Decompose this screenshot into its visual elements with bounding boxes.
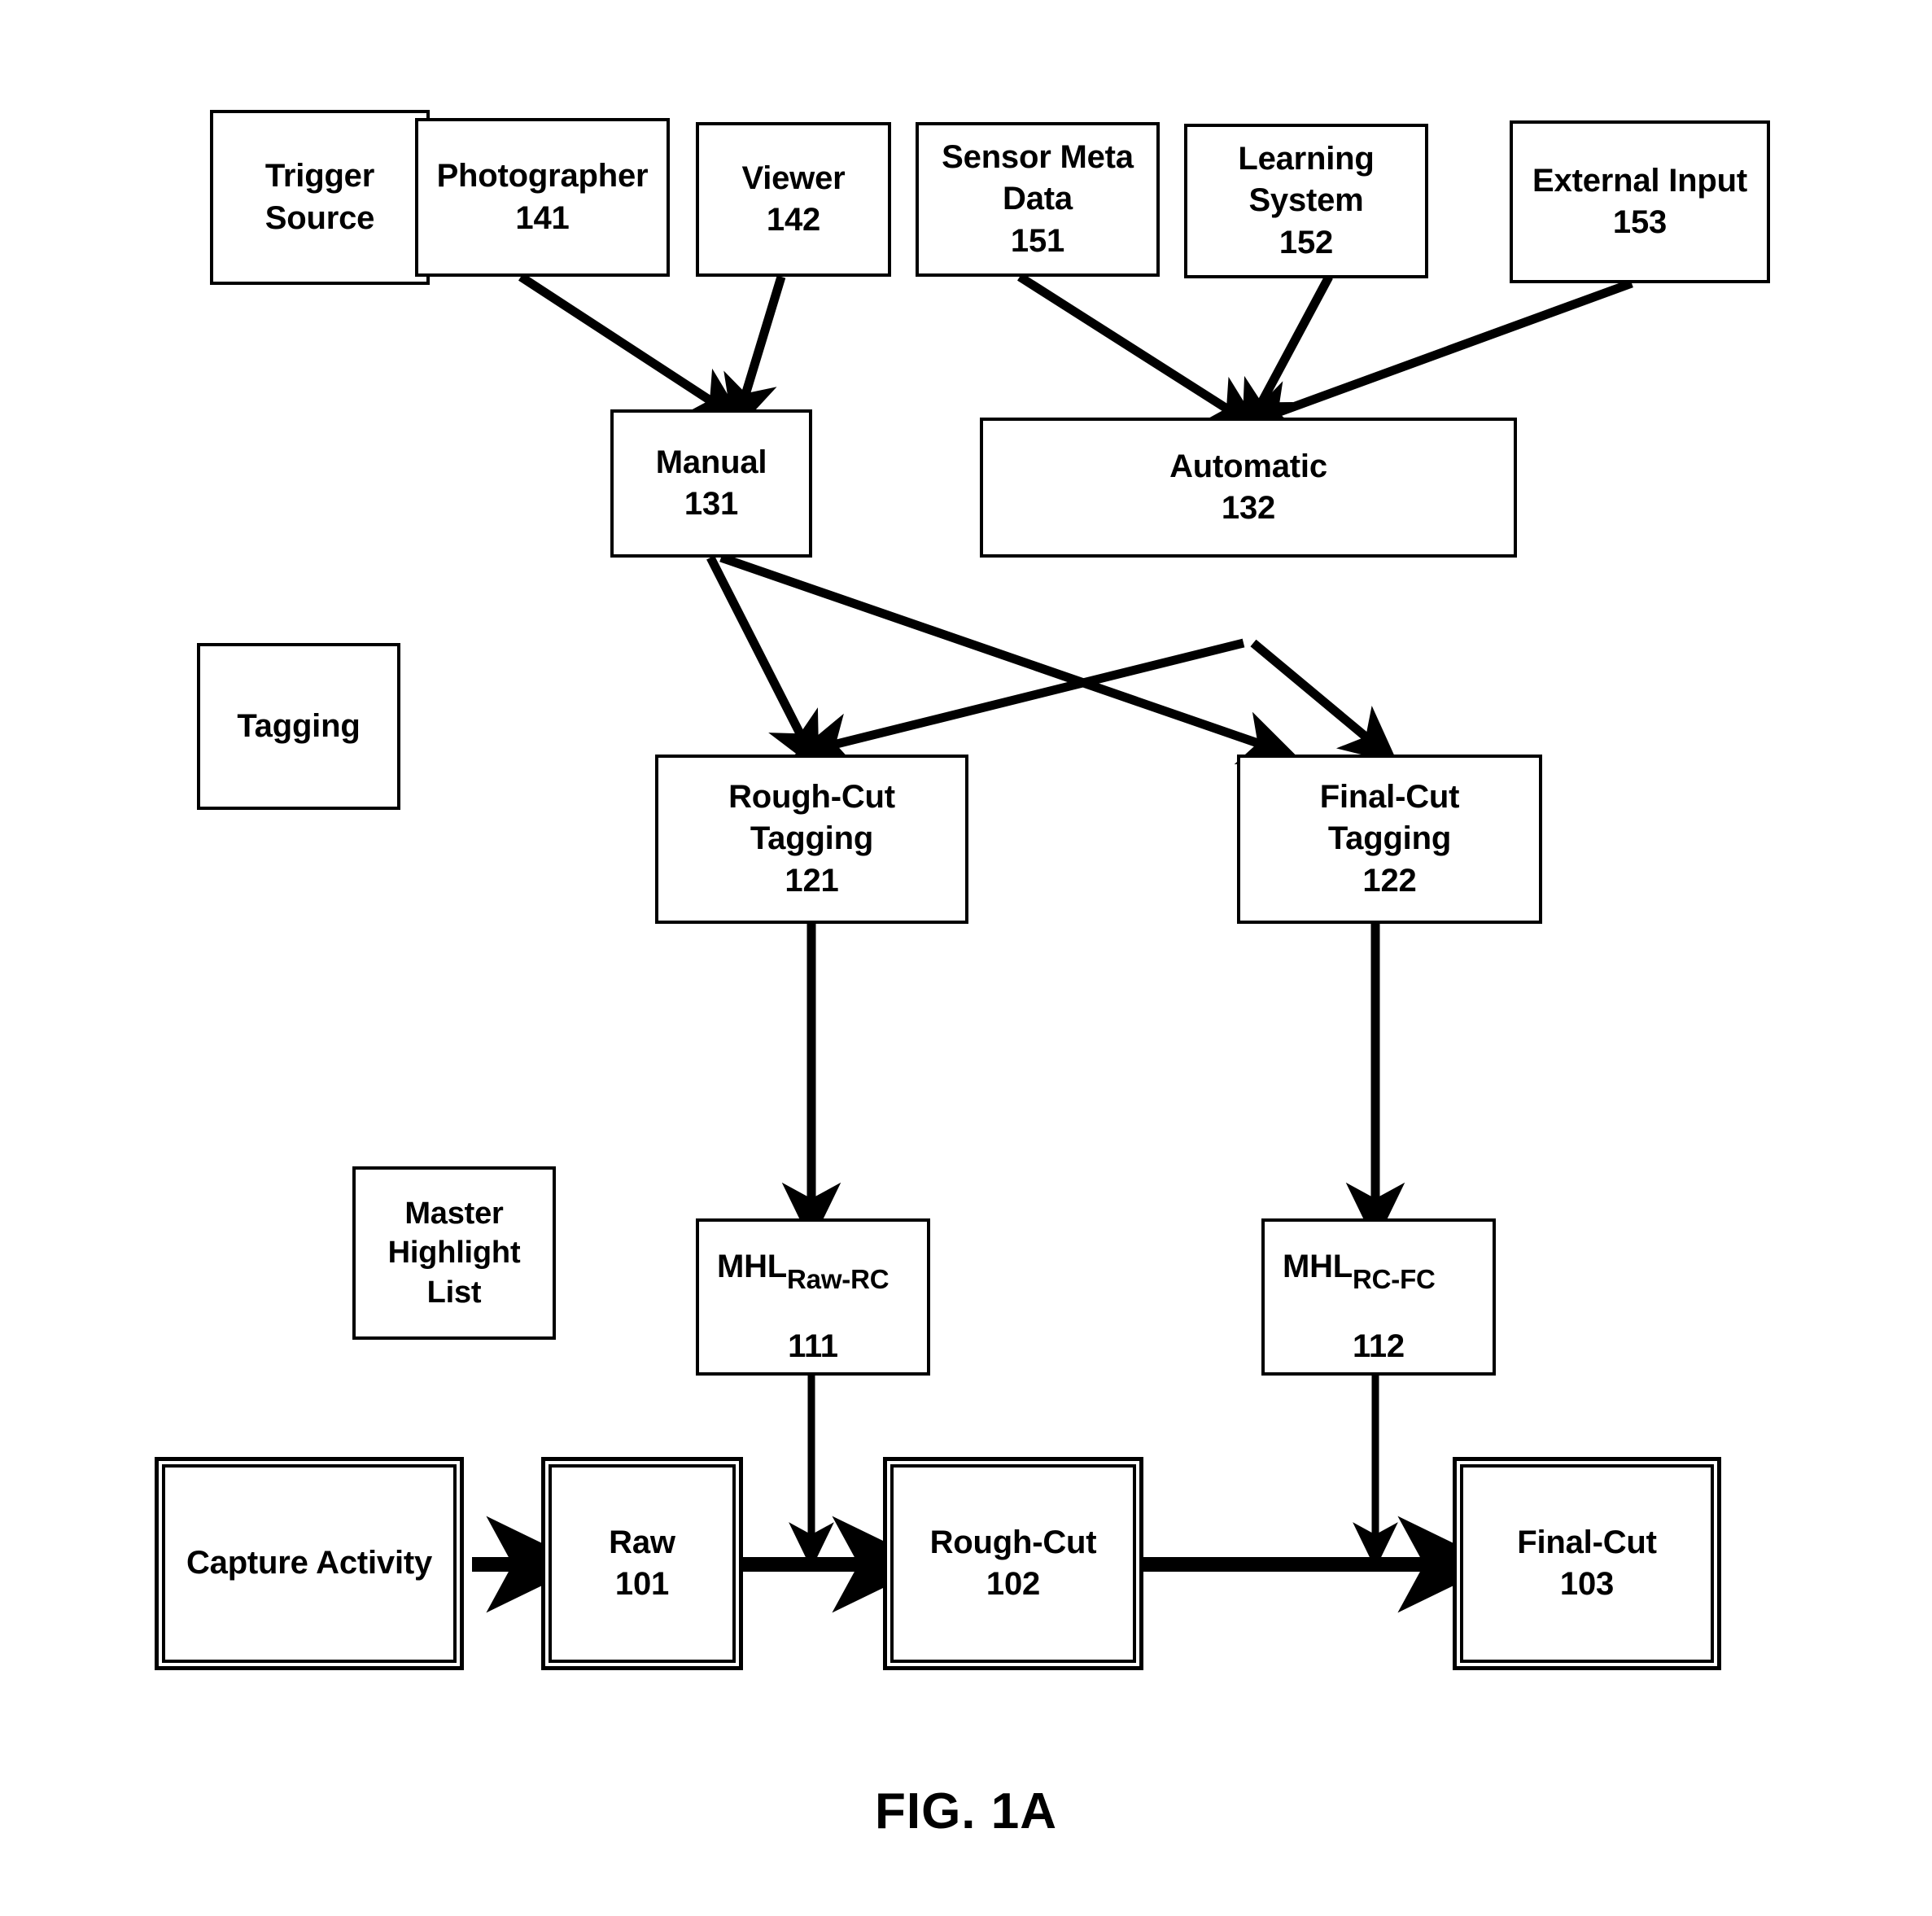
node-final-cut-label: Final-Cut [1517,1524,1657,1560]
node-mhl-rc-fc-label: MHLRC-FC [1283,1246,1436,1294]
edge-viewer-to-manual [723,275,786,434]
legend-tagging: Tagging [197,643,400,810]
edge-photographer-to-manual [518,273,745,423]
edge-manual-to-roughcut-tagging [706,555,820,772]
legend-mhl-line-3: List [426,1275,482,1310]
node-external-input-number: 153 [1612,204,1668,240]
node-final-cut: Final-Cut 103 [1453,1457,1721,1670]
edge-automatic-to-roughcut-tagging [794,638,1245,768]
legend-mhl-line-1: Master [404,1196,504,1231]
node-learning-system-line-1: Learning [1238,141,1375,177]
node-mhl-raw-rc-base: MHL [717,1249,788,1284]
figure-canvas: Trigger Source Photographer 141 Viewer 1… [0,0,1932,1916]
node-rough-cut-tagging-line-1: Rough-Cut [728,779,895,816]
node-rough-cut-tagging-line-2: Tagging [750,820,874,857]
legend-mhl-line-2: Highlight [387,1236,521,1271]
node-viewer-number: 142 [766,202,821,238]
legend-tagging-label: Tagging [237,707,361,744]
node-rough-cut-label: Rough-Cut [929,1524,1097,1560]
node-raw-label: Raw [609,1524,675,1560]
node-rough-cut: Rough-Cut 102 [883,1457,1143,1670]
node-manual-label: Manual [655,444,767,480]
node-mhl-raw-rc-number: 111 [788,1328,838,1364]
node-viewer: Viewer 142 [696,122,891,277]
node-manual: Manual 131 [610,409,812,558]
node-mhl-raw-rc-label: MHLRaw-RC [717,1246,890,1294]
node-capture-activity: Capture Activity [155,1457,464,1670]
node-manual-number: 131 [684,486,739,522]
node-rough-cut-number: 102 [986,1566,1041,1602]
node-external-input: External Input 153 [1510,120,1770,283]
node-external-input-label: External Input [1532,162,1747,199]
node-automatic-number: 132 [1221,490,1276,526]
node-mhl-rc-fc: MHLRC-FC 112 [1261,1218,1496,1376]
node-final-cut-tagging-line-1: Final-Cut [1319,779,1460,816]
edge-externalinput-to-automatic [1238,278,1633,434]
node-raw-number: 101 [614,1566,670,1602]
edge-automatic-to-finalcut-tagging [1250,639,1398,764]
node-mhl-rc-fc-subscript: RC-FC [1353,1264,1436,1294]
node-automatic-label: Automatic [1169,448,1327,484]
node-final-cut-number: 103 [1559,1566,1615,1602]
node-mhl-rc-fc-base: MHL [1283,1249,1353,1284]
edge-sensormeta-to-automatic [1017,273,1262,431]
node-final-cut-tagging-line-2: Tagging [1327,820,1452,857]
node-mhl-raw-rc-subscript: Raw-RC [787,1264,890,1294]
node-learning-system: Learning System 152 [1184,124,1428,278]
node-learning-system-line-2: System [1248,182,1364,219]
node-sensor-meta-data: Sensor Meta Data 151 [916,122,1160,277]
node-photographer-label: Photographer [436,158,649,195]
node-trigger-source: Trigger Source [210,110,430,285]
node-learning-system-number: 152 [1279,224,1334,260]
edge-learningsystem-to-automatic [1241,274,1333,440]
node-sensor-meta-data-number: 151 [1010,222,1065,259]
node-capture-activity-label: Capture Activity [186,1545,433,1581]
node-automatic: Automatic 132 [980,418,1517,558]
node-rough-cut-tagging-number: 121 [785,862,839,899]
node-trigger-source-line-1: Trigger [264,158,375,195]
node-rough-cut-tagging: Rough-Cut Tagging 121 [655,755,968,924]
node-final-cut-tagging-number: 122 [1362,862,1417,899]
node-viewer-label: Viewer [741,160,846,196]
figure-caption: FIG. 1A [874,1783,1058,1839]
edge-manual-to-finalcut-tagging [719,553,1298,765]
legend-master-highlight-list: Master Highlight List [352,1166,556,1340]
node-trigger-source-line-2: Source [264,199,375,236]
node-final-cut-tagging: Final-Cut Tagging 122 [1237,755,1542,924]
node-mhl-raw-rc: MHLRaw-RC 111 [696,1218,930,1376]
node-sensor-meta-data-line-2: Data [1003,181,1073,217]
node-mhl-rc-fc-number: 112 [1353,1328,1405,1364]
node-photographer-number: 141 [515,199,570,236]
node-sensor-meta-data-line-1: Sensor Meta [942,139,1134,176]
node-photographer: Photographer 141 [415,118,670,277]
node-raw: Raw 101 [541,1457,743,1670]
